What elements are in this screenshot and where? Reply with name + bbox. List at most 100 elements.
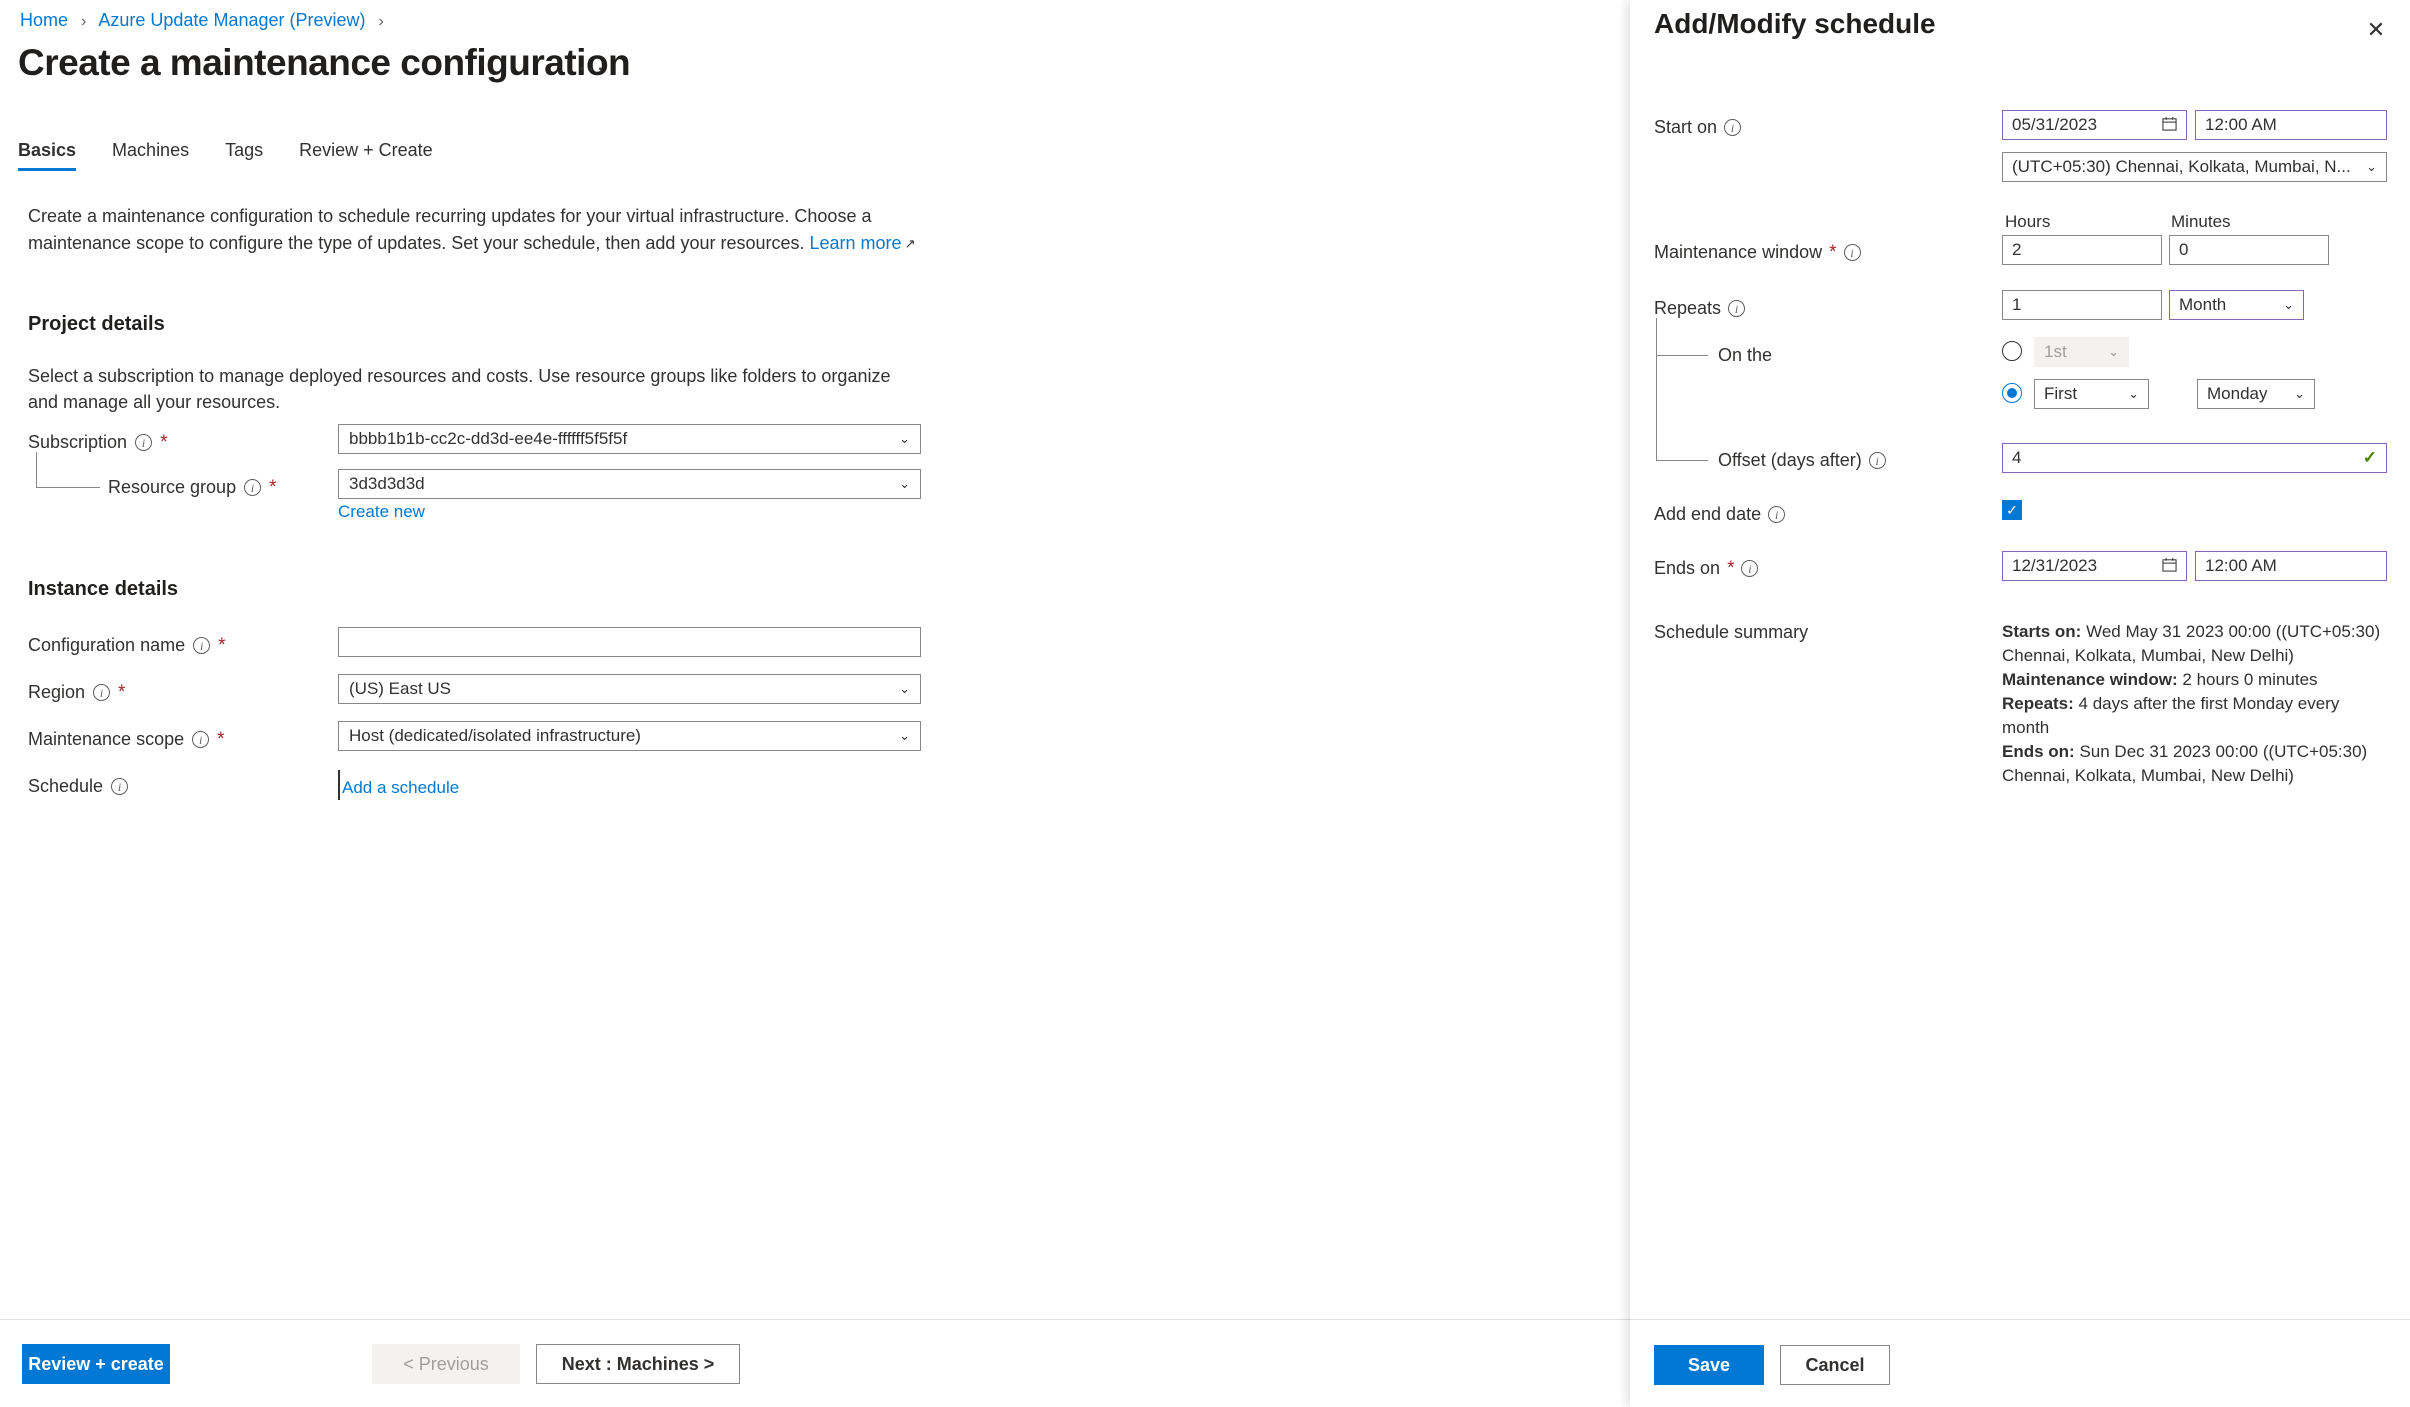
schedule-summary-label-text: Schedule summary <box>1654 622 1809 642</box>
repeats-count-value: 1 <box>2012 295 2022 314</box>
summary-window-label: Maintenance window: <box>2002 670 2178 689</box>
end-time-input[interactable]: 12:00 AM <box>2195 551 2387 581</box>
repeats-label: Repeats <box>1654 298 1722 318</box>
start-time-value: 12:00 AM <box>2205 115 2277 134</box>
end-date-value: 12/31/2023 <box>2012 556 2098 575</box>
chevron-down-icon: ⌄ <box>899 431 910 446</box>
required-marker: * <box>269 476 277 498</box>
subscription-value: bbbb1b1b-cc2c-dd3d-ee4e-ffffff5f5f5f <box>349 429 628 448</box>
on-the-ordinal-day-dropdown: 1st ⌄ <box>2034 337 2129 367</box>
start-time-input[interactable]: 12:00 AM <box>2195 110 2387 140</box>
chevron-down-icon: ⌄ <box>899 728 910 743</box>
info-icon[interactable]: i <box>193 637 211 654</box>
panel-tree-connector-offset <box>1656 460 1708 461</box>
offset-days-input[interactable]: 4 ✓ <box>2002 443 2387 473</box>
summary-window-row: Maintenance window: 2 hours 0 minutes <box>2002 668 2388 692</box>
info-icon[interactable]: i <box>1724 119 1742 136</box>
resource-group-label-group: Resource group i * <box>108 477 276 498</box>
summary-ends-on-row: Ends on: Sun Dec 31 2023 00:00 ((UTC+05:… <box>2002 740 2388 788</box>
info-icon[interactable]: i <box>1728 300 1746 317</box>
summary-repeats-row: Repeats: 4 days after the first Monday e… <box>2002 692 2388 740</box>
timezone-dropdown[interactable]: (UTC+05:30) Chennai, Kolkata, Mumbai, N.… <box>2002 152 2387 182</box>
summary-repeats-label: Repeats: <box>2002 694 2074 713</box>
on-the-weekday-radio[interactable] <box>2002 383 2022 403</box>
info-icon[interactable]: i <box>93 684 111 701</box>
info-icon[interactable]: i <box>111 778 129 795</box>
repeats-label-group: Repeats i <box>1654 298 1746 319</box>
project-details-heading: Project details <box>28 313 165 335</box>
resource-group-label: Resource group <box>108 477 237 497</box>
tab-bar: Basics Machines Tags Review + Create <box>18 140 469 171</box>
maintenance-window-hours-input[interactable]: 2 <box>2002 235 2162 265</box>
required-marker: * <box>160 431 168 453</box>
info-icon[interactable]: i <box>1868 452 1886 469</box>
minutes-column-header: Minutes <box>2171 212 2231 231</box>
breadcrumb-azure-update-manager[interactable]: Azure Update Manager (Preview) <box>98 10 365 30</box>
start-date-input[interactable]: 05/31/2023 <box>2002 110 2187 140</box>
more-options-icon[interactable]: ··· <box>578 55 606 81</box>
close-icon[interactable]: ✕ <box>2364 18 2388 42</box>
maintenance-scope-label: Maintenance scope <box>28 729 185 749</box>
on-the-day-radio[interactable] <box>2002 341 2022 361</box>
start-date-value: 05/31/2023 <box>2012 115 2098 134</box>
info-icon[interactable]: i <box>1741 560 1759 577</box>
app-root: Home › Azure Update Manager (Preview) › … <box>0 0 2410 1407</box>
calendar-icon[interactable] <box>2162 116 2177 135</box>
maintenance-window-label-group: Maintenance window * i <box>1654 242 1861 263</box>
checkmark-icon: ✓ <box>2006 502 2018 518</box>
week-ordinal-dropdown[interactable]: First ⌄ <box>2034 379 2149 409</box>
tab-review-create[interactable]: Review + Create <box>299 140 451 171</box>
add-end-date-checkbox[interactable]: ✓ <box>2002 500 2022 520</box>
create-new-resource-group-link[interactable]: Create new <box>338 502 425 522</box>
weekday-dropdown[interactable]: Monday ⌄ <box>2197 379 2315 409</box>
schedule-label: Schedule <box>28 776 104 796</box>
info-icon[interactable]: i <box>192 731 210 748</box>
on-the-label: On the <box>1718 345 1773 365</box>
info-icon[interactable]: i <box>135 434 153 451</box>
panel-tree-connector-on-the <box>1656 355 1708 356</box>
region-dropdown[interactable]: (US) East US ⌄ <box>338 674 921 704</box>
on-the-label-group: On the <box>1718 345 1772 366</box>
info-icon[interactable]: i <box>1843 244 1861 261</box>
week-ordinal-value: First <box>2044 384 2078 403</box>
previous-button: < Previous <box>372 1344 520 1384</box>
cancel-button[interactable]: Cancel <box>1780 1345 1890 1385</box>
maintenance-scope-dropdown[interactable]: Host (dedicated/isolated infrastructure)… <box>338 721 921 751</box>
configuration-name-input[interactable] <box>338 627 921 657</box>
region-label: Region <box>28 682 86 702</box>
external-link-icon: ↗ <box>904 236 916 251</box>
ordinal-day-value: 1st <box>2044 342 2067 361</box>
page-intro-text: Create a maintenance configuration to sc… <box>28 203 933 257</box>
schedule-summary-content: Starts on: Wed May 31 2023 00:00 ((UTC+0… <box>2002 620 2388 788</box>
next-machines-button[interactable]: Next : Machines > <box>536 1344 740 1384</box>
tab-tags[interactable]: Tags <box>225 140 281 171</box>
resource-group-dropdown[interactable]: 3d3d3d3d ⌄ <box>338 469 921 499</box>
save-button[interactable]: Save <box>1654 1345 1764 1385</box>
repeats-count-input[interactable]: 1 <box>2002 290 2162 320</box>
weekday-value: Monday <box>2207 384 2268 403</box>
info-icon[interactable]: i <box>244 479 262 496</box>
end-date-input[interactable]: 12/31/2023 <box>2002 551 2187 581</box>
review-create-button[interactable]: Review + create <box>22 1344 170 1384</box>
calendar-icon[interactable] <box>2162 557 2177 576</box>
add-end-date-label: Add end date <box>1654 504 1762 524</box>
subscription-dropdown[interactable]: bbbb1b1b-cc2c-dd3d-ee4e-ffffff5f5f5f ⌄ <box>338 424 921 454</box>
project-details-description: Select a subscription to manage deployed… <box>28 366 891 412</box>
tab-machines[interactable]: Machines <box>112 140 207 171</box>
chevron-down-icon: ⌄ <box>899 476 910 491</box>
breadcrumb-separator-2: › <box>378 13 384 30</box>
info-icon[interactable]: i <box>1768 506 1786 523</box>
summary-window-value: 2 hours 0 minutes <box>2182 670 2318 689</box>
required-marker: * <box>1829 241 1837 263</box>
breadcrumb-separator-1: › <box>81 13 87 30</box>
configuration-name-label: Configuration name <box>28 635 186 655</box>
learn-more-link[interactable]: Learn more <box>810 233 902 253</box>
breadcrumb-home[interactable]: Home <box>20 10 68 30</box>
maintenance-scope-value: Host (dedicated/isolated infrastructure) <box>349 726 641 745</box>
maintenance-window-minutes-input[interactable]: 0 <box>2169 235 2329 265</box>
panel-footer: Save Cancel <box>1630 1319 2410 1407</box>
add-a-schedule-link[interactable]: Add a schedule <box>342 778 459 798</box>
repeats-unit-dropdown[interactable]: Month ⌄ <box>2169 290 2304 320</box>
tab-basics[interactable]: Basics <box>18 140 94 171</box>
panel-tree-connector-vertical <box>1656 318 1657 460</box>
